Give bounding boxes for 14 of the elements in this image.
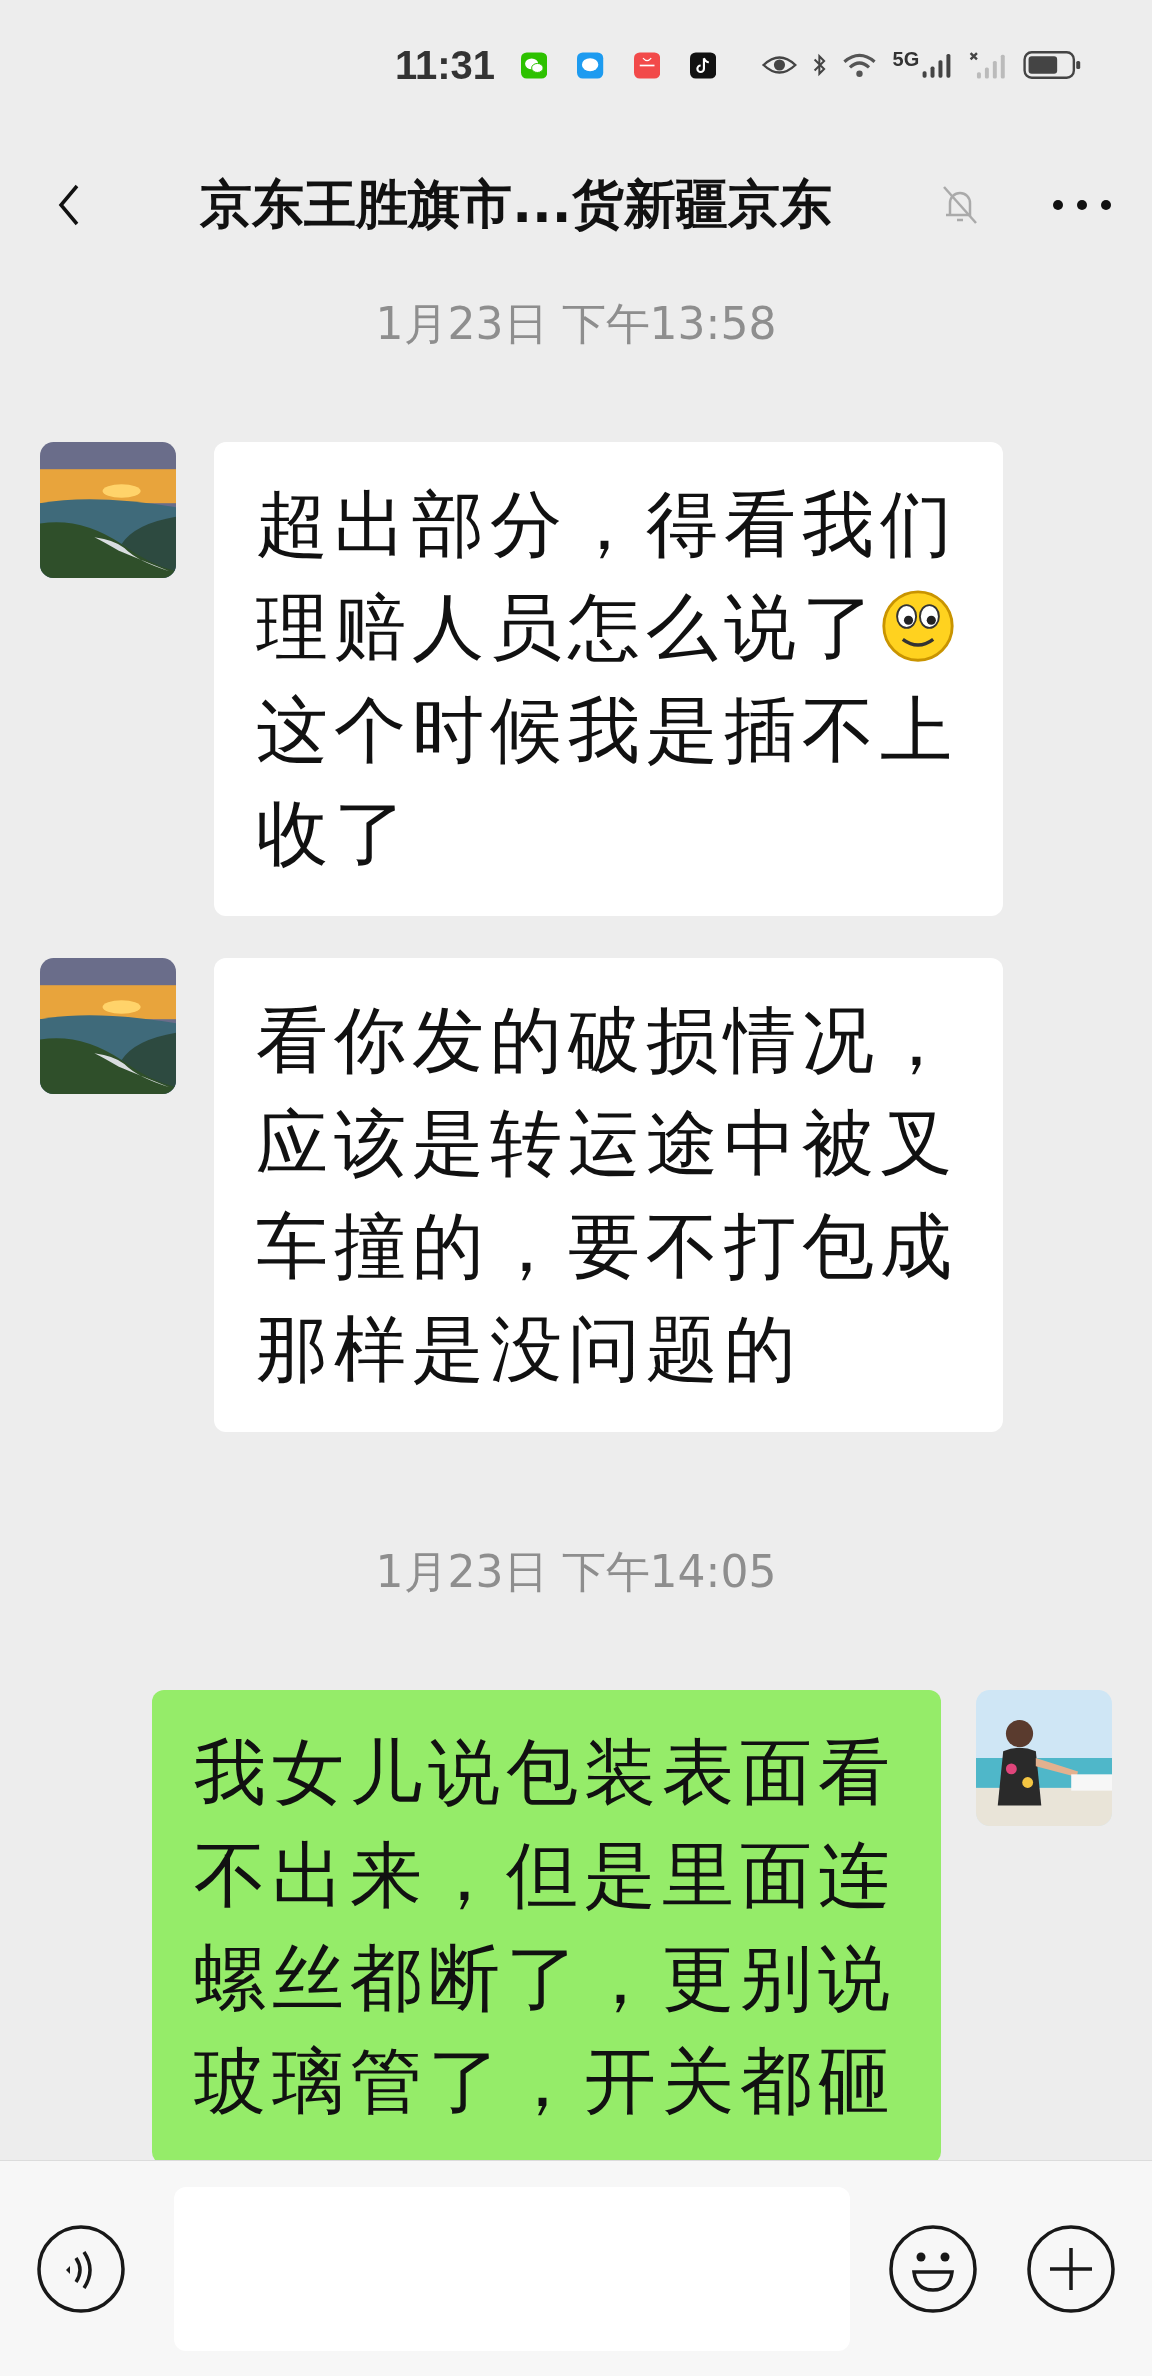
status-time: 11:31 — [395, 42, 496, 88]
voice-icon[interactable] — [36, 2223, 126, 2314]
no-signal-icon — [969, 50, 1008, 80]
message-bubble: 超出部分，得看我们理赔人员怎么说了 这个时候我是插不上收了 — [214, 442, 1003, 916]
message-bubble: 看你发的破损情况，应该是转运途中被叉车撞的，要不打包成那样是没问题的 — [214, 958, 1003, 1432]
smiley-emoji-icon — [880, 588, 956, 664]
timestamp: 1月23日 下午14:05 — [375, 1545, 777, 1599]
emoji-icon[interactable] — [888, 2223, 978, 2314]
timestamp: 1月23日 下午13:58 — [375, 297, 777, 351]
message-bubble: 我女儿说包装表面看不出来，但是里面连螺丝都断了，更别说玻璃管了，开关都砸 — [152, 1690, 941, 2160]
network-label: 5G — [892, 48, 920, 71]
chat-title: 京东王胜旗市...货新疆京东 — [199, 173, 833, 236]
plus-icon[interactable] — [1026, 2223, 1116, 2314]
more-icon[interactable] — [1052, 199, 1112, 211]
